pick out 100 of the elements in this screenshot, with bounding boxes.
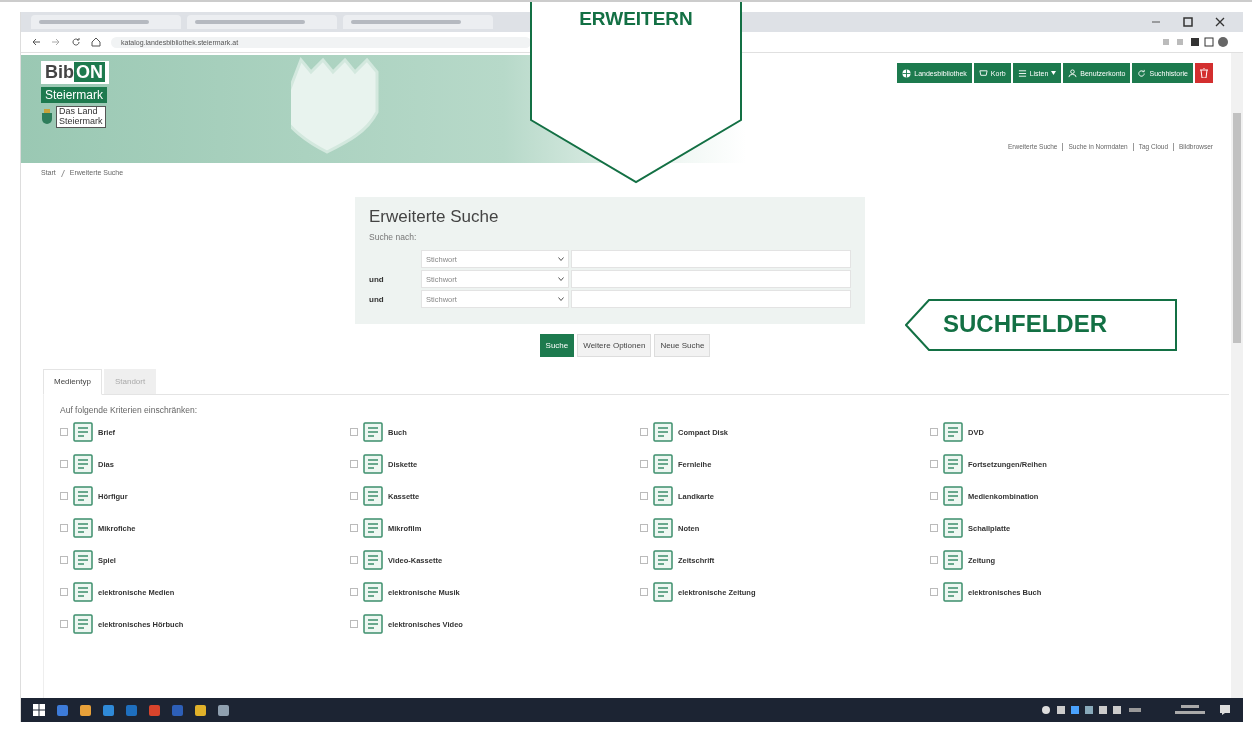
checkbox[interactable] [60,460,68,468]
media-type-icon [653,582,673,602]
basket-icon [978,68,988,78]
media-type-icon [73,550,93,570]
checkbox[interactable] [930,524,938,532]
back-arrow-icon[interactable] [31,37,41,47]
filter-tab[interactable]: Medientyp [43,369,102,395]
callout-label: ERWEITERN [578,8,694,30]
checkbox[interactable] [640,524,648,532]
checkbox[interactable] [350,524,358,532]
media-type-icon [653,454,673,474]
checkbox[interactable] [60,620,68,628]
scrollbar[interactable] [1231,53,1243,698]
panel-title: Erweiterte Suche [369,207,500,227]
checkbox[interactable] [60,492,68,500]
search-action-button[interactable]: Suche [539,334,575,357]
search-input[interactable] [571,270,851,288]
checkbox[interactable] [640,588,648,596]
filter-heading: Auf folgende Kriterien einschränken: [60,405,199,415]
checkbox[interactable] [350,428,358,436]
breadcrumb-separator-icon [60,170,65,177]
callout-label: SUCHFELDER [943,310,1107,338]
taskbar-app-icon[interactable] [149,704,160,716]
checkbox[interactable] [350,620,358,628]
trash-button[interactable] [1195,63,1213,83]
checkbox[interactable] [930,556,938,564]
start-icon[interactable] [33,704,45,716]
connector-label: und [369,274,384,284]
bibon-logo[interactable]: BibON [41,61,109,84]
media-type-icon [943,486,963,506]
checkbox[interactable] [60,588,68,596]
media-type-icon [653,486,673,506]
media-type-icon [363,614,383,634]
checkbox[interactable] [640,460,648,468]
taskbar-app-icon[interactable] [57,704,68,716]
forward-arrow-icon[interactable] [51,37,61,47]
media-type-icon [653,550,673,570]
checkbox[interactable] [60,524,68,532]
browser-tab[interactable] [31,15,181,29]
media-type-icon [73,518,93,538]
close-icon[interactable] [1215,17,1225,27]
checkbox[interactable] [640,492,648,500]
blurred-clock-drawing [1173,704,1207,716]
list-icon [1017,68,1027,78]
media-type-icon [73,582,93,602]
connector-label: und [369,294,384,304]
media-type-icon [653,518,673,538]
search-input[interactable] [571,250,851,268]
panel-subtitle: Suche nach: [369,232,418,242]
checkbox[interactable] [930,428,938,436]
checkbox[interactable] [930,492,938,500]
media-type-icon [363,486,383,506]
trash-icon [1200,68,1208,78]
chevron-down-icon [558,257,564,261]
search-action-button[interactable]: Neue Suche [654,334,711,357]
media-type-icon [943,454,963,474]
user-icon [1068,68,1078,78]
media-type-icon [363,550,383,570]
caret-icon [1051,71,1057,75]
checkbox[interactable] [640,556,648,564]
chevron-down-icon [558,277,564,281]
browser-tab[interactable] [343,15,493,29]
media-type-icon [943,422,963,442]
media-type-icon [363,582,383,602]
checkbox[interactable] [350,460,358,468]
media-type-icon [943,518,963,538]
notification-icon[interactable] [1219,704,1231,716]
home-icon[interactable] [91,37,101,47]
taskbar-app-icon[interactable] [103,704,114,716]
checkbox[interactable] [350,556,358,564]
browser-tab[interactable] [187,15,337,29]
search-input[interactable] [571,290,851,308]
media-type-icon [73,454,93,474]
coat-of-arms-icon [41,108,53,125]
checkbox[interactable] [60,556,68,564]
globe-icon [902,68,912,78]
region-label: Steiermark [41,87,107,103]
reload-icon[interactable] [71,37,81,47]
search-action-button[interactable]: Weitere Optionen [577,334,652,357]
state-label: Das Land Steiermark [56,106,106,128]
checkbox[interactable] [930,460,938,468]
restore-icon[interactable] [1183,17,1193,27]
media-type-icon [363,518,383,538]
chevron-down-icon [558,297,564,301]
checkbox[interactable] [60,428,68,436]
media-type-icon [943,550,963,570]
checkbox[interactable] [350,492,358,500]
checkbox[interactable] [350,588,358,596]
taskbar-app-icon[interactable] [218,704,229,716]
media-type-icon [73,614,93,634]
media-type-icon [363,454,383,474]
media-type-icon [943,582,963,602]
taskbar-app-icon[interactable] [195,704,206,716]
checkbox[interactable] [640,428,648,436]
media-type-icon [363,422,383,442]
history-icon [1137,68,1147,78]
checkbox[interactable] [930,588,938,596]
media-type-icon [653,422,673,442]
taskbar-app-icon[interactable] [80,704,91,716]
media-type-icon [73,486,93,506]
